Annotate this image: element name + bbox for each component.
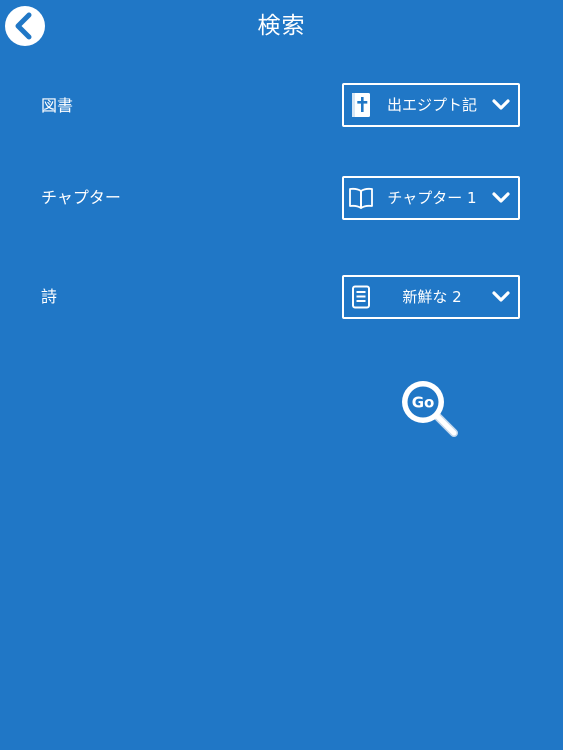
chevron-down-icon	[490, 97, 512, 113]
chapter-value: チャプター 1	[387, 189, 477, 207]
verse-value: 新鮮な 2	[402, 288, 462, 306]
bible-icon	[348, 92, 374, 118]
book-value: 出エジプト記	[386, 96, 477, 114]
page-title: 検索	[257, 13, 306, 39]
chapter-label: チャプター	[41, 188, 121, 207]
book-label: 図書	[41, 96, 74, 115]
go-label: Go	[412, 394, 435, 412]
go-search-button[interactable]: Go	[398, 378, 462, 440]
verse-label: 詩	[41, 287, 58, 306]
document-icon	[348, 284, 374, 310]
magnifier-icon: Go	[402, 381, 458, 437]
book-selector[interactable]: 出エジプト記	[342, 83, 520, 127]
verse-selector[interactable]: 新鮮な 2	[342, 275, 520, 319]
open-book-icon	[348, 185, 374, 211]
chevron-down-icon	[490, 190, 512, 206]
chapter-selector[interactable]: チャプター 1	[342, 176, 520, 220]
chevron-down-icon	[490, 289, 512, 305]
search-screen: 検索 図書 出エジプト記 チャプター チャプター 1 詩 新鮮な 2 Go	[0, 0, 563, 750]
